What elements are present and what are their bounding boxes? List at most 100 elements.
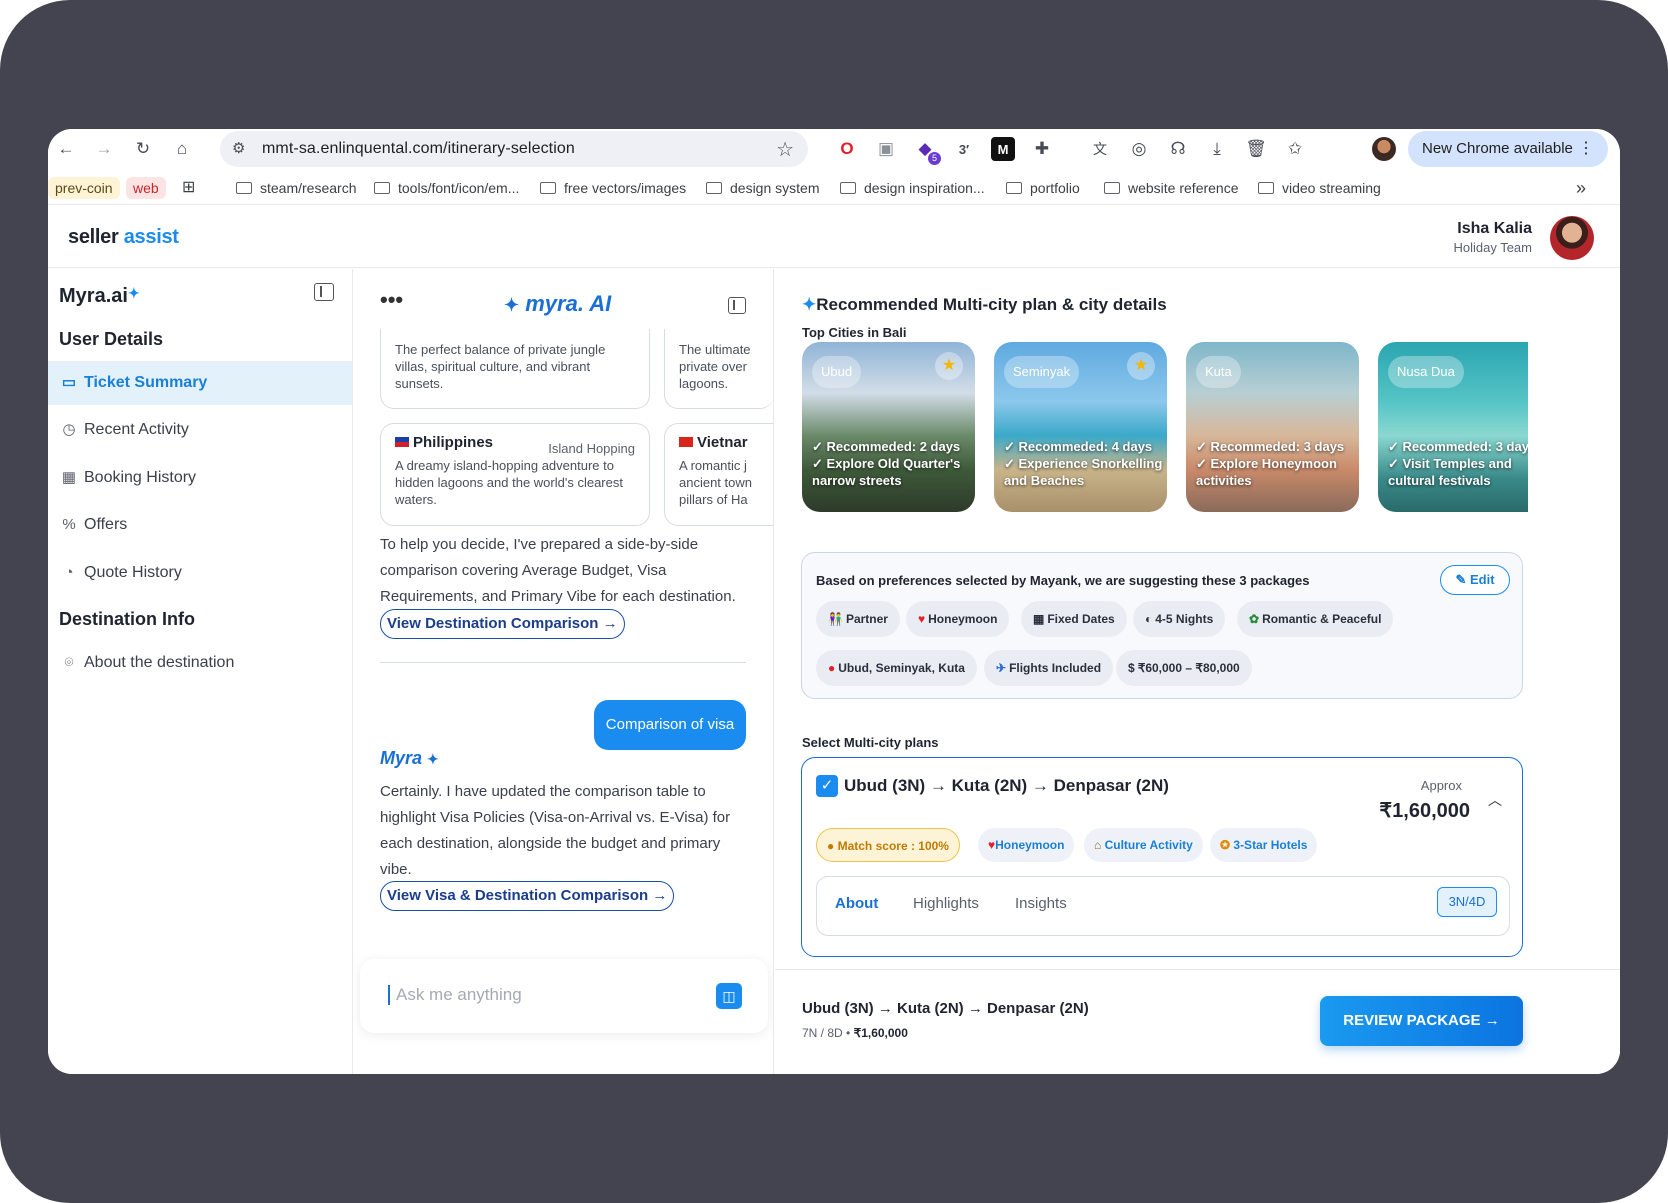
bookmark-label: portfolio: [1030, 180, 1080, 196]
sidebar-item-booking-history[interactable]: ▦ Booking History: [48, 456, 352, 500]
more-options-icon[interactable]: •••: [380, 287, 403, 313]
city-card-nusa-dua[interactable]: Nusa Dua ✓ Recommeded: 3 days ✓ Visit Tem…: [1378, 342, 1528, 512]
user-role: Holiday Team: [1453, 240, 1532, 255]
destination-card-philippines[interactable]: Philippines Island Hopping A dreamy isla…: [380, 423, 650, 526]
bookmark-prev-coin[interactable]: prev-coin: [48, 177, 120, 199]
folder-icon: [1006, 182, 1022, 194]
view-visa-comparison-button[interactable]: View Visa & Destination Comparison →: [380, 881, 675, 911]
bookmark-folder[interactable]: portfolio: [1006, 177, 1080, 199]
back-icon[interactable]: ←: [54, 137, 78, 161]
opera-extension-icon[interactable]: O: [835, 137, 859, 161]
favorite-star-icon[interactable]: ★: [1127, 352, 1155, 380]
destination-card[interactable]: The perfect balance of private jungle vi…: [380, 329, 650, 409]
city-card-seminyak[interactable]: Seminyak ★ ✓ Recommeded: 4 days ✓ Experie…: [994, 342, 1167, 512]
bookmark-star-icon[interactable]: ☆: [776, 137, 794, 162]
screenshot-icon[interactable]: ◎: [1127, 137, 1151, 161]
medium-extension-icon[interactable]: M: [991, 137, 1015, 161]
chip-label: Romantic & Peaceful: [1262, 612, 1382, 626]
app-logo[interactable]: seller assist: [68, 226, 179, 249]
city-recommendation: ✓ Recommeded: 3 days: [1196, 439, 1345, 454]
myra-ai-logo: ✦ myra. AI: [504, 291, 611, 317]
download-icon[interactable]: ⤓: [1205, 137, 1229, 161]
card-title: Philippines: [413, 434, 494, 451]
philippines-flag-icon: [395, 437, 409, 447]
section-destination-info: Destination Info: [59, 609, 195, 629]
puzzle-extension-icon[interactable]: ✚: [1030, 137, 1054, 161]
city-details: ✓ Recommeded: 3 days ✓ Explore Honeymoon …: [1196, 438, 1359, 489]
chat-input-box[interactable]: Ask me anything ◫: [360, 959, 768, 1033]
url-text[interactable]: mmt-sa.enlinquental.com/itinerary-select…: [262, 140, 575, 158]
bookmark-folder[interactable]: design inspiration...: [840, 177, 985, 199]
chip-label: ₹60,000 – ₹80,000: [1137, 661, 1240, 675]
pref-chip: ✿ Romantic & Peaceful: [1237, 601, 1394, 637]
timer-extension-icon[interactable]: 3′: [952, 137, 976, 161]
bookmark-folder[interactable]: tools/font/icon/em...: [374, 177, 519, 199]
chip-label: Ubud, Seminyak, Kuta: [838, 661, 965, 675]
sidebar-item-offers[interactable]: % Offers: [48, 503, 352, 547]
edit-preferences-button[interactable]: ✎ Edit: [1440, 565, 1510, 595]
location-pin-icon: ●: [828, 661, 836, 675]
chevron-up-icon[interactable]: ︿: [1488, 790, 1502, 810]
sparkle-icon: ✦: [504, 295, 520, 315]
profile-avatar[interactable]: [1372, 137, 1396, 161]
trash-icon[interactable]: 🗑: [1244, 137, 1268, 161]
user-avatar[interactable]: [1550, 216, 1594, 260]
city-name: Ubud: [812, 356, 862, 388]
address-bar[interactable]: ⚙ mmt-sa.enlinquental.com/itinerary-sele…: [220, 131, 808, 167]
bookmarks-star-icon[interactable]: ✩: [1283, 137, 1307, 161]
folder-icon: [840, 182, 856, 194]
plan-tabs: About Highlights Insights 3N/4D: [816, 876, 1510, 936]
diamond-extension-icon[interactable]: ◆ 5: [913, 137, 941, 165]
city-card-ubud[interactable]: Ubud ★ ✓ Recommeded: 2 days ✓ Explore Old…: [802, 342, 975, 512]
sidebar-item-recent-activity[interactable]: ◷ Recent Activity: [48, 408, 352, 452]
more-bookmarks-icon[interactable]: »: [1576, 177, 1586, 199]
chat-input[interactable]: Ask me anything: [388, 985, 522, 1005]
temple-icon: ⌂: [1094, 838, 1105, 852]
collapse-chat-icon[interactable]: [728, 297, 746, 314]
bookmark-folder[interactable]: website reference: [1104, 177, 1239, 199]
tab-about[interactable]: About: [835, 895, 878, 912]
forward-icon[interactable]: →: [92, 137, 116, 161]
destination-card[interactable]: The ultimate private over lagoons.: [664, 329, 773, 409]
extension-badge: 5: [928, 152, 941, 165]
city-card-kuta[interactable]: Kuta ✓ Recommeded: 3 days ✓ Explore Honey…: [1186, 342, 1359, 512]
translate-icon[interactable]: 文: [1088, 137, 1112, 161]
tag-chip: ⌂ Culture Activity: [1084, 828, 1203, 862]
bookmark-folder[interactable]: design system: [706, 177, 819, 199]
bookmark-folder[interactable]: free vectors/images: [540, 177, 686, 199]
bookmark-folder[interactable]: video streaming: [1258, 177, 1381, 199]
plan-checkbox[interactable]: ✓: [816, 775, 838, 797]
tab-insights[interactable]: Insights: [1015, 895, 1067, 912]
camera-extension-icon[interactable]: ▣: [874, 137, 898, 161]
review-package-button[interactable]: REVIEW PACKAGE →: [1320, 996, 1523, 1046]
folder-icon: [540, 182, 556, 194]
sidebar-item-label: Quote History: [84, 564, 182, 581]
new-chrome-label: New Chrome available: [1422, 140, 1573, 157]
sidebar-item-quote-history[interactable]: ◔ Quote History: [48, 551, 352, 595]
new-chrome-button[interactable]: New Chrome available ⋮: [1408, 131, 1608, 167]
incognito-icon[interactable]: ☊: [1166, 137, 1190, 161]
multi-city-plan-card[interactable]: ✓ Ubud (3N) → Kuta (2N) → Denpasar (2N) …: [801, 757, 1523, 957]
reload-icon[interactable]: ↻: [131, 137, 155, 161]
bookmark-web[interactable]: web: [126, 177, 166, 199]
collapse-sidebar-icon[interactable]: [314, 283, 334, 301]
destination-card-vietnam[interactable]: Vietnar A romantic j ancient town pillar…: [664, 423, 773, 526]
view-destination-comparison-button[interactable]: View Destination Comparison →: [380, 609, 625, 639]
home-icon[interactable]: ⌂: [170, 137, 194, 161]
browser-toolbar: ← → ↻ ⌂ ⚙ mmt-sa.enlinquental.com/itiner…: [48, 129, 1620, 169]
bookmark-folder[interactable]: steam/research: [236, 177, 356, 199]
tab-highlights[interactable]: Highlights: [913, 895, 979, 912]
city-recommendation: ✓ Recommeded: 2 days: [812, 439, 961, 454]
favorite-star-icon[interactable]: ★: [935, 352, 963, 380]
clock-icon: ◔: [64, 564, 74, 581]
tag-chip: ♥Honeymoon: [978, 828, 1075, 862]
kebab-menu-icon[interactable]: ⋮: [1578, 131, 1594, 167]
partner-icon: 👫: [828, 612, 843, 626]
voice-input-icon[interactable]: ◫: [716, 983, 742, 1009]
sidebar-item-ticket-summary[interactable]: ▭ Ticket Summary: [48, 361, 352, 405]
sidebar-item-about-destination[interactable]: ⌾ About the destination: [48, 641, 352, 685]
panel-title: ✦Recommended Multi-city plan & city deta…: [802, 295, 1167, 315]
package-footer: Ubud (3N) → Kuta (2N) → Denpasar (2N) 7N…: [775, 969, 1620, 1074]
apps-grid-icon[interactable]: ⊞: [182, 177, 195, 199]
site-settings-icon[interactable]: ⚙: [232, 139, 245, 157]
